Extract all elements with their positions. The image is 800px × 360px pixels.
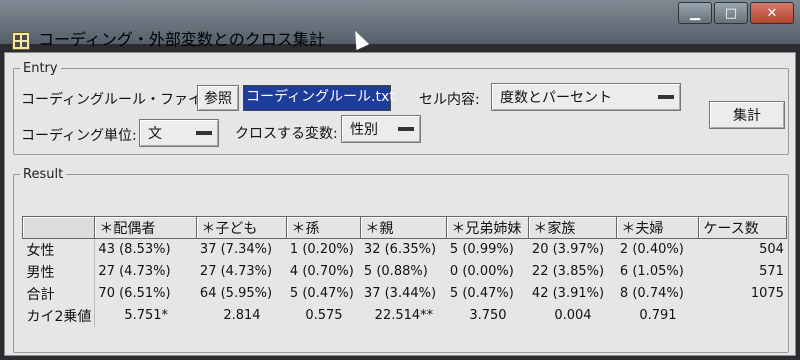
dropdown-arrow-icon (196, 131, 212, 135)
maximize-button[interactable]: □ (714, 2, 748, 24)
result-legend: Result (23, 167, 64, 182)
cell-content-value: 度数とパーセント (500, 90, 612, 106)
chi-square-cell: 5.751* (124, 308, 169, 323)
table-row: 女性 43 (8.53%) 37 (7.34%) 1 (0.20%) 32 (6… (22, 238, 787, 261)
table-cell: 27 (4.73%) (199, 264, 273, 279)
window-controls: ▁ □ ✕ (678, 2, 794, 24)
chi-square-cell: 2.814 (223, 308, 261, 323)
table-cell: 5 (0.47%) (289, 286, 354, 301)
column-header[interactable]: ＊子ども (196, 216, 288, 239)
coding-unit-label: コーディング単位: (21, 128, 137, 144)
case-count-cell: 571 (759, 264, 784, 279)
table-cell: 5 (0.47%) (449, 286, 514, 301)
table-cell: 64 (5.95%) (199, 286, 273, 301)
chi-square-cell: 3.750 (469, 308, 507, 323)
coding-unit-value: 文 (148, 126, 162, 142)
chi-square-cell: 22.514** (374, 308, 434, 323)
chi-square-cell: 0.575 (305, 308, 343, 323)
coding-file-label: コーディングルール・ファイル: (21, 92, 221, 108)
case-count-cell: 1075 (750, 286, 784, 301)
table-cell: 0 (0.00%) (449, 264, 514, 279)
table-row: 男性 27 (4.73%) 27 (4.73%) 4 (0.70%) 5 (0.… (22, 260, 787, 283)
table-cell: 2 (0.40%) (619, 242, 684, 258)
table-header-row: ＊配偶者 ＊子ども ＊孫 ＊親 ＊兄弟姉妹 ＊家族 ＊夫婦 ケース数 (21, 216, 788, 239)
table-cell: 22 (3.85%) (531, 264, 605, 279)
result-group: Result ＊配偶者 ＊子ども ＊孫 ＊親 ＊兄弟姉妹 ＊家族 ＊夫婦 ケース… (13, 167, 789, 353)
result-table: ＊配偶者 ＊子ども ＊孫 ＊親 ＊兄弟姉妹 ＊家族 ＊夫婦 ケース数 女性 43… (21, 216, 788, 327)
row-label: カイ2乗値 (22, 304, 96, 327)
column-header[interactable]: ＊配偶者 (94, 216, 198, 239)
row-label: 合計 (22, 282, 96, 305)
minimize-button[interactable]: ▁ (678, 2, 712, 24)
column-header[interactable]: ＊家族 (528, 216, 618, 239)
close-button[interactable]: ✕ (750, 2, 794, 24)
table-cell: 70 (6.51%) (98, 286, 171, 301)
title-bar[interactable]: ▁ □ ✕ コーディング・外部変数とのクロス集計 (0, 0, 800, 51)
table-cell: 8 (0.74%) (619, 286, 684, 301)
cross-variable-value: 性別 (350, 122, 378, 138)
table-cell: 42 (3.91%) (531, 286, 605, 301)
column-header[interactable]: ＊親 (360, 216, 448, 239)
cross-variable-dropdown[interactable]: 性別 (341, 115, 421, 143)
column-header[interactable]: ケース数 (698, 216, 788, 239)
table-cell: 5 (0.99%) (449, 242, 514, 258)
aggregate-button[interactable]: 集計 (709, 101, 785, 129)
table-cell: 1 (0.20%) (289, 242, 354, 258)
table-cell: 27 (4.73%) (98, 264, 171, 279)
column-header[interactable]: ＊夫婦 (616, 216, 700, 239)
app-grid-icon (12, 32, 30, 50)
table-cell: 5 (0.88%) (363, 264, 428, 279)
dropdown-arrow-icon (398, 127, 414, 131)
row-label: 男性 (22, 260, 96, 283)
coding-file-field[interactable]: コーディングルール.txt (243, 85, 395, 111)
coding-unit-dropdown[interactable]: 文 (139, 119, 219, 147)
cross-variable-label: クロスする変数: (235, 126, 338, 142)
cell-content-dropdown[interactable]: 度数とパーセント (491, 83, 681, 111)
table-cell: 6 (1.05%) (619, 264, 684, 279)
column-header[interactable]: ＊孫 (286, 216, 362, 239)
case-count-cell: 504 (759, 242, 784, 258)
dropdown-arrow-icon (658, 95, 674, 99)
table-cell: 43 (8.53%) (98, 242, 171, 258)
window-title: コーディング・外部変数とのクロス集計 (38, 30, 325, 49)
table-cell: 4 (0.70%) (289, 264, 354, 279)
table-row: 合計 70 (6.51%) 64 (5.95%) 5 (0.47%) 37 (3… (22, 282, 787, 305)
table-cell: 20 (3.97%) (531, 242, 605, 258)
table-cell: 32 (6.35%) (363, 242, 437, 258)
entry-legend: Entry (23, 61, 58, 76)
column-header[interactable]: ＊兄弟姉妹 (446, 216, 530, 239)
chi-square-cell: 0.791 (639, 308, 677, 323)
browse-button[interactable]: 参照 (197, 85, 239, 111)
chi-square-cell: 0.004 (554, 308, 592, 323)
corner-header (21, 216, 96, 239)
table-cell: 37 (3.44%) (363, 286, 437, 301)
row-label: 女性 (22, 238, 96, 261)
main-window: Entry コーディングルール・ファイル: 参照 コーディングルール.txt セ… (4, 52, 796, 356)
empty-cell (699, 305, 787, 327)
chi-square-row: カイ2乗値 5.751* 2.814 0.575 22.514** 3.750 … (22, 304, 787, 327)
mouse-cursor-icon (348, 27, 370, 51)
cell-content-label: セル内容: (419, 92, 480, 108)
table-cell: 37 (7.34%) (199, 242, 273, 258)
